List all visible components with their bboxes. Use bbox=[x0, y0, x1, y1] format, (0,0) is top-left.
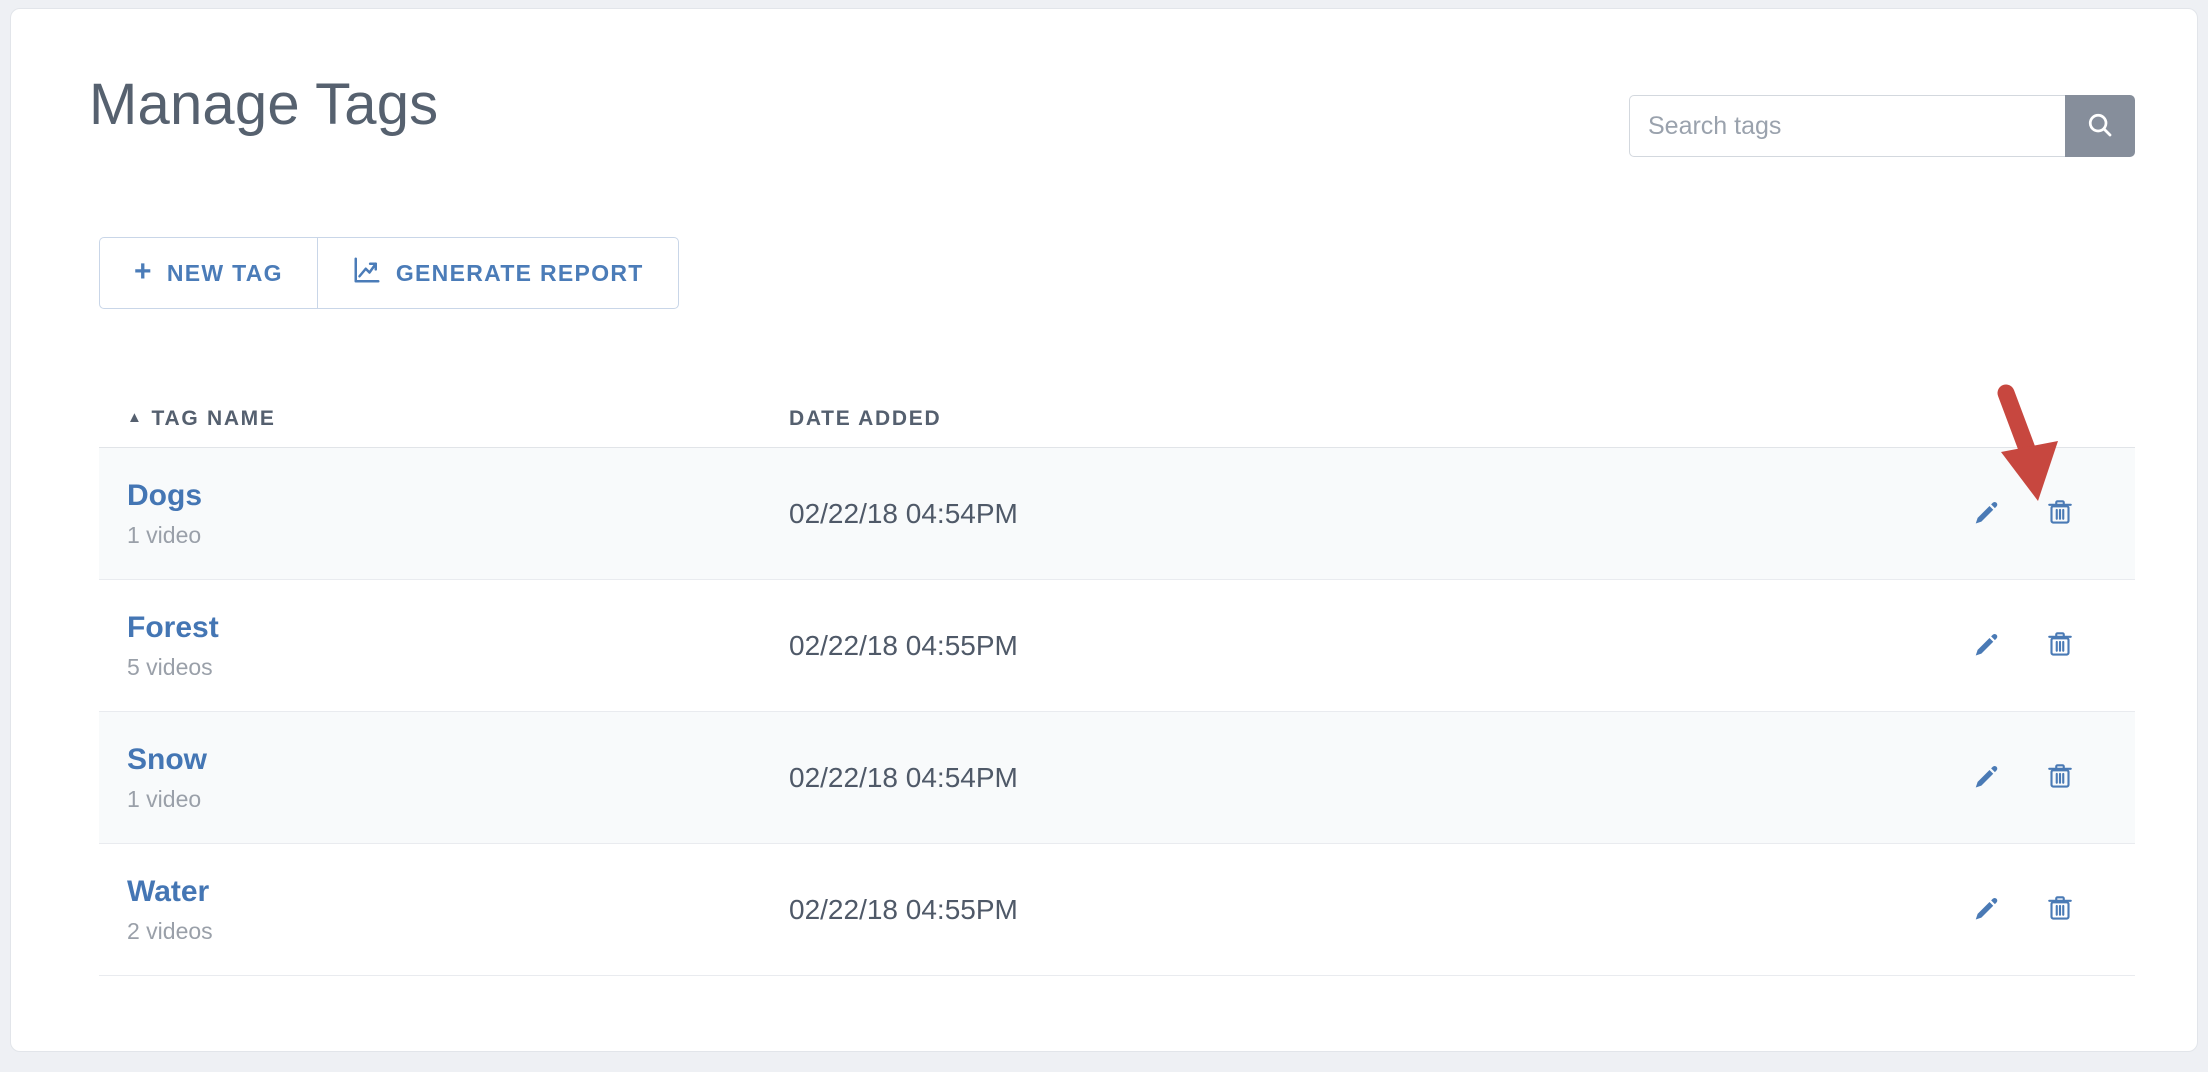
table-row: Dogs 1 video 02/22/18 04:54PM bbox=[99, 448, 2135, 580]
edit-button[interactable] bbox=[1967, 891, 2005, 929]
pencil-icon bbox=[1971, 893, 2001, 926]
new-tag-button[interactable]: + NEW TAG bbox=[99, 237, 317, 309]
chart-line-icon bbox=[352, 255, 382, 291]
page-header: Manage Tags bbox=[11, 9, 2197, 169]
edit-button[interactable] bbox=[1967, 495, 2005, 533]
row-actions bbox=[1489, 627, 2135, 665]
action-button-group: + NEW TAG GENERATE REPORT bbox=[99, 237, 679, 309]
table-row: Water 2 videos 02/22/18 04:55PM bbox=[99, 844, 2135, 976]
delete-button[interactable] bbox=[2041, 627, 2079, 665]
table-header-row: ▲ TAG NAME DATE ADDED bbox=[99, 391, 2135, 448]
tag-name-link[interactable]: Forest bbox=[127, 611, 789, 644]
edit-button[interactable] bbox=[1967, 627, 2005, 665]
edit-button[interactable] bbox=[1967, 759, 2005, 797]
column-header-tag-name[interactable]: ▲ TAG NAME bbox=[99, 407, 789, 431]
trash-icon bbox=[2045, 761, 2075, 794]
tag-name-link[interactable]: Dogs bbox=[127, 479, 789, 512]
generate-report-button-label: GENERATE REPORT bbox=[395, 259, 644, 286]
table-row: Snow 1 video 02/22/18 04:54PM bbox=[99, 712, 2135, 844]
column-header-tag-name-label: TAG NAME bbox=[151, 407, 276, 430]
tag-name-cell: Snow 1 video bbox=[99, 743, 789, 812]
page-title: Manage Tags bbox=[89, 72, 439, 137]
tag-name-cell: Dogs 1 video bbox=[99, 479, 789, 548]
pencil-icon bbox=[1971, 761, 2001, 794]
date-added-cell: 02/22/18 04:55PM bbox=[789, 893, 1018, 925]
manage-tags-card: Manage Tags + NEW TAG bbox=[10, 8, 2198, 1052]
date-added-cell: 02/22/18 04:55PM bbox=[789, 629, 1018, 661]
trash-icon bbox=[2045, 893, 2075, 926]
pencil-icon bbox=[1971, 629, 2001, 662]
tag-name-link[interactable]: Water bbox=[127, 875, 789, 908]
date-added-cell: 02/22/18 04:54PM bbox=[789, 497, 1018, 529]
tag-name-link[interactable]: Snow bbox=[127, 743, 789, 776]
tag-video-count: 2 videos bbox=[127, 917, 213, 944]
search-button[interactable] bbox=[2065, 95, 2135, 157]
trash-icon bbox=[2045, 497, 2075, 530]
sort-ascending-icon: ▲ bbox=[127, 408, 144, 426]
generate-report-button[interactable]: GENERATE REPORT bbox=[316, 237, 679, 309]
tag-video-count: 1 video bbox=[127, 521, 202, 548]
tag-video-count: 1 video bbox=[127, 785, 202, 812]
tags-table: ▲ TAG NAME DATE ADDED Dogs 1 video 02/22… bbox=[99, 391, 2135, 976]
date-added-cell: 02/22/18 04:54PM bbox=[789, 761, 1018, 793]
search-icon bbox=[2085, 110, 2115, 143]
table-row: Forest 5 videos 02/22/18 04:55PM bbox=[99, 580, 2135, 712]
search-input[interactable] bbox=[1629, 95, 2065, 157]
tag-video-count: 5 videos bbox=[127, 653, 213, 680]
tag-name-cell: Water 2 videos bbox=[99, 875, 789, 944]
search-group bbox=[1629, 95, 2135, 157]
new-tag-button-label: NEW TAG bbox=[166, 259, 283, 286]
pencil-icon bbox=[1971, 497, 2001, 530]
delete-button[interactable] bbox=[2041, 759, 2079, 797]
column-header-date-added-label: DATE ADDED bbox=[789, 407, 942, 430]
row-actions bbox=[1489, 495, 2135, 533]
row-actions bbox=[1489, 759, 2135, 797]
column-header-date-added[interactable]: DATE ADDED bbox=[789, 407, 1489, 431]
row-actions bbox=[1489, 891, 2135, 929]
delete-button[interactable] bbox=[2041, 495, 2079, 533]
trash-icon bbox=[2045, 629, 2075, 662]
delete-button[interactable] bbox=[2041, 891, 2079, 929]
plus-icon: + bbox=[134, 255, 153, 288]
tag-name-cell: Forest 5 videos bbox=[99, 611, 789, 680]
